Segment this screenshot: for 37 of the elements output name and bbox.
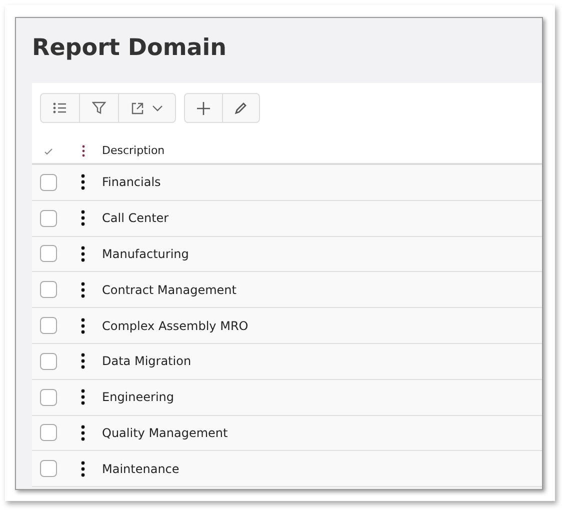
pencil-icon <box>235 102 247 114</box>
table-cell-text: Call Center <box>102 210 169 228</box>
table-cell-text: Data Migration <box>102 353 192 370</box>
column-header[interactable]: Description <box>102 142 165 160</box>
list-icon <box>53 102 67 114</box>
more-icon[interactable] <box>82 145 84 157</box>
more-icon[interactable] <box>81 282 85 298</box>
export-icon <box>131 102 144 114</box>
filter-icon <box>92 101 106 115</box>
more-icon[interactable] <box>81 424 85 441</box>
more-icon[interactable] <box>81 460 85 477</box>
table-cell-text: Contract Management <box>102 282 236 299</box>
more-icon[interactable] <box>81 353 85 370</box>
plus-icon <box>197 102 210 114</box>
row-checkbox[interactable] <box>40 317 56 334</box>
page-title: Report Domain <box>31 34 228 63</box>
table-cell-text: Complex Assembly MRO <box>102 318 248 335</box>
table-cell-text: Maintenance <box>102 460 180 478</box>
row-checkbox[interactable] <box>40 352 56 370</box>
row-checkbox[interactable] <box>40 281 56 298</box>
row-checkbox[interactable] <box>40 174 56 191</box>
check-icon <box>44 148 52 154</box>
table-cell-text: Engineering <box>102 389 174 406</box>
row-checkbox[interactable] <box>40 388 56 406</box>
more-icon[interactable] <box>81 246 85 262</box>
row-checkbox[interactable] <box>40 210 56 227</box>
caret-icon <box>152 104 163 112</box>
more-icon[interactable] <box>81 318 85 334</box>
row-checkbox[interactable] <box>40 245 56 262</box>
row-checkbox[interactable] <box>40 460 56 478</box>
table-cell-text: Financials <box>102 174 161 192</box>
table-cell-text: Manufacturing <box>102 246 189 263</box>
table-cell-text: Quality Management <box>102 424 228 442</box>
row-checkbox[interactable] <box>40 424 56 442</box>
more-icon[interactable] <box>81 174 85 190</box>
more-icon[interactable] <box>81 210 85 226</box>
more-icon[interactable] <box>81 389 85 406</box>
